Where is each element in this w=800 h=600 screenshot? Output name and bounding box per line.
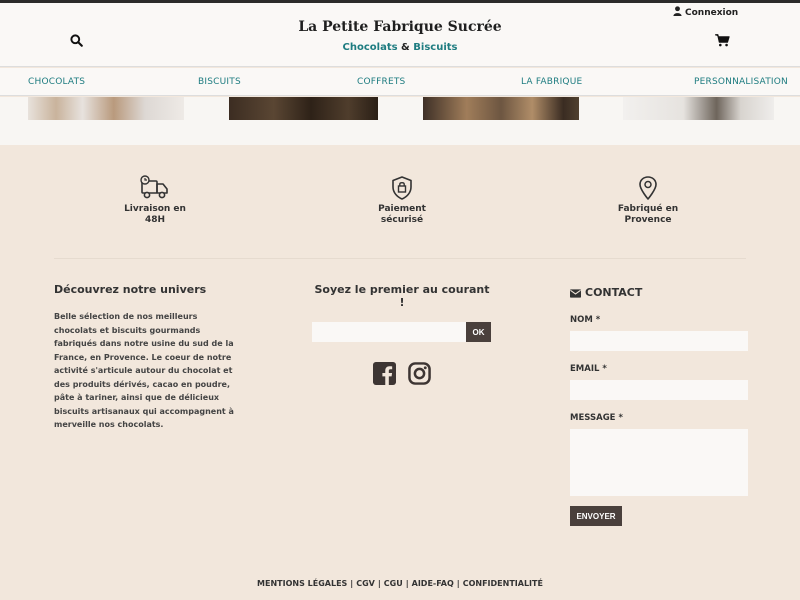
footer-separator: | [456, 579, 460, 588]
brand-sub-chocolats: Chocolats [342, 42, 398, 53]
main-navigation: CHOCOLATS BISCUITS COFFRETS LA FABRIQUE … [0, 68, 800, 96]
feature-payment-line1: Paiement [378, 204, 426, 214]
product-gallery-strip [0, 97, 800, 145]
brand-sub-ampersand: & [401, 42, 410, 53]
brand-title: La Petite Fabrique Sucrée [298, 19, 502, 35]
contact-header: CONTACT [570, 283, 750, 302]
email-field[interactable] [570, 380, 748, 400]
brand-sub-biscuits: Biscuits [413, 42, 458, 53]
feature-delivery: Livraison en 48H [95, 175, 215, 226]
contact-title: CONTACT [585, 286, 643, 299]
message-label: MESSAGE * [570, 413, 623, 423]
feature-payment: Paiement sécurisé [342, 175, 462, 226]
secure-shield-icon [342, 175, 462, 201]
footer-link-cgv[interactable]: CGV [356, 579, 375, 588]
nav-item-la-fabrique[interactable]: LA FABRIQUE [521, 77, 582, 87]
footer-divider [54, 258, 746, 259]
about-text: Belle sélection de nos meilleurs chocola… [54, 312, 234, 429]
footer-separator: | [377, 579, 381, 588]
footer-separator: | [350, 579, 354, 588]
product-thumbnail[interactable] [28, 97, 184, 120]
user-icon [673, 6, 682, 19]
footer-link-aide-faq[interactable]: AIDE-FAQ [412, 579, 454, 588]
facebook-icon[interactable] [373, 362, 396, 389]
feature-provence: Fabriqué en Provence [588, 175, 708, 226]
contact-section: CONTACT NOM * EMAIL * MESSAGE * ENVOYER [570, 283, 750, 526]
envelope-icon [570, 283, 581, 302]
login-link[interactable]: Connexion [673, 6, 738, 19]
footer-link-cgu[interactable]: CGU [384, 579, 403, 588]
nav-item-biscuits[interactable]: BISCUITS [198, 77, 241, 87]
newsletter-email-input[interactable] [312, 322, 466, 342]
site-header: Connexion La Petite Fabrique Sucrée Choc… [0, 3, 800, 67]
name-label: NOM * [570, 315, 601, 325]
feature-provence-line1: Fabriqué en [617, 204, 679, 214]
login-label: Connexion [685, 7, 739, 18]
newsletter-form: OK [312, 322, 492, 342]
nav-item-personnalisation[interactable]: PERSONNALISATION [694, 77, 788, 87]
brand-logo[interactable]: La Petite Fabrique Sucrée Chocolats & Bi… [250, 19, 550, 53]
footer-separator: | [405, 579, 409, 588]
name-field[interactable] [570, 331, 748, 351]
feature-delivery-line2: 48H [144, 215, 166, 225]
footer-link-confidentialite[interactable]: CONFIDENTIALITÉ [463, 579, 543, 588]
send-button[interactable]: ENVOYER [570, 506, 622, 526]
nav-item-chocolats[interactable]: CHOCOLATS [28, 77, 85, 87]
product-thumbnail[interactable] [623, 97, 774, 120]
newsletter-section: Soyez le premier au courant ! OK [312, 283, 492, 389]
about-title: Découvrez notre univers [54, 283, 207, 296]
product-thumbnail[interactable] [423, 97, 579, 120]
delivery-truck-icon [95, 175, 215, 201]
about-section: Découvrez notre univers Belle sélection … [54, 283, 239, 432]
instagram-icon[interactable] [408, 362, 431, 389]
shopping-cart-icon[interactable] [715, 32, 733, 48]
feature-provence-line2: Provence [624, 215, 672, 225]
email-label: EMAIL * [570, 364, 607, 374]
social-links [312, 362, 492, 389]
footer-links: MENTIONS LÉGALES | CGV | CGU | AIDE-FAQ | CONFID… [0, 579, 800, 588]
message-field[interactable] [570, 429, 748, 496]
feature-payment-line2: sécurisé [380, 215, 424, 225]
footer-link-mentions-legales[interactable]: MENTIONS LÉGALES [257, 579, 347, 588]
product-thumbnail[interactable] [229, 97, 378, 120]
newsletter-ok-button[interactable]: OK [466, 322, 491, 342]
newsletter-title: Soyez le premier au courant ! [314, 283, 490, 309]
nav-item-coffrets[interactable]: COFFRETS [357, 77, 405, 87]
brand-subtitle: Chocolats & Biscuits [250, 42, 550, 53]
location-pin-icon [588, 175, 708, 201]
features-row: Livraison en 48H Paiement sécurisé Fabri… [0, 175, 800, 235]
search-icon[interactable] [70, 32, 86, 48]
feature-delivery-line1: Livraison en [124, 204, 186, 214]
